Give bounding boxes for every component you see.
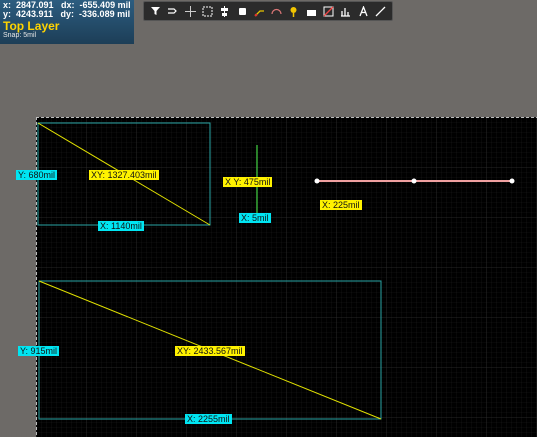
cross-x-label: X: 5mil xyxy=(239,213,271,223)
rect2-x-label: X: 2255mil xyxy=(185,414,232,424)
rect1-xy-label: XY: 1327.403mil xyxy=(89,170,159,180)
text-icon[interactable] xyxy=(357,5,370,18)
track-vertex-mid[interactable] xyxy=(411,178,417,184)
arc-icon[interactable] xyxy=(270,5,283,18)
cross-xy-label: X Y: 475mil xyxy=(223,177,273,187)
route-icon[interactable] xyxy=(166,5,179,18)
component-icon[interactable] xyxy=(236,5,249,18)
filter-icon[interactable] xyxy=(149,5,162,18)
rect2-xy-label: XY: 2433.567mil xyxy=(175,346,245,356)
board-grid xyxy=(36,117,537,437)
active-bar-toolbar xyxy=(143,1,393,21)
fill-icon[interactable] xyxy=(305,5,318,18)
track-vertex-end[interactable] xyxy=(509,178,515,184)
track-x-label: X: 225mil xyxy=(320,200,362,210)
cursor-y-readout: y: 4243.911 dy: -336.089 mil xyxy=(3,9,131,19)
crosshair-icon[interactable] xyxy=(184,5,197,18)
interactive-route-icon[interactable] xyxy=(253,5,266,18)
align-icon[interactable] xyxy=(218,5,231,18)
snap-setting: Snap: 5mil xyxy=(3,32,37,39)
select-rect-icon[interactable] xyxy=(201,5,214,18)
polygon-icon[interactable] xyxy=(322,5,335,18)
pin-icon[interactable] xyxy=(287,5,300,18)
rect2-y-label: Y: 915mil xyxy=(18,346,60,356)
coordinate-readout-panel: x: 2847.091 dx: -655.409 mil y: 4243.911… xyxy=(0,0,134,44)
chart-icon[interactable] xyxy=(339,5,352,18)
rect1-y-label: Y: 680mil xyxy=(16,170,58,180)
rect1-x-label: X: 1140mil xyxy=(98,221,144,231)
current-layer: Top Layer xyxy=(3,19,60,33)
pcb-canvas[interactable]: Y: 680mil XY: 1327.403mil X: 1140mil X Y… xyxy=(16,117,537,437)
line-icon[interactable] xyxy=(374,5,387,18)
track-vertex-start[interactable] xyxy=(314,178,320,184)
